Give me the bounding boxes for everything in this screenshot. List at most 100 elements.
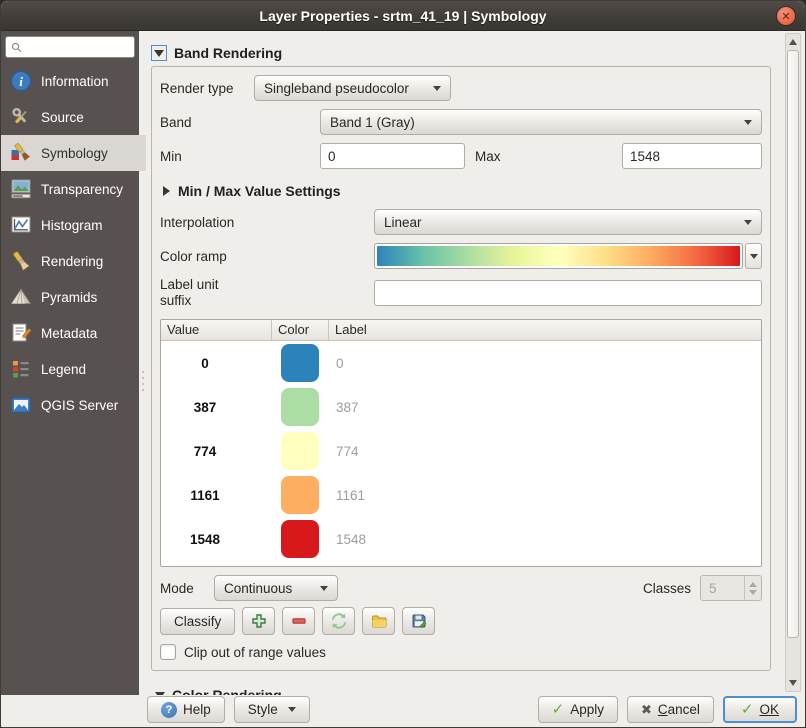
sidebar-item-label: Rendering xyxy=(41,254,103,269)
collapse-arrow-icon[interactable] xyxy=(151,45,167,61)
load-ramp-button[interactable] xyxy=(322,607,355,635)
table-body: 0038738777477411611161 1548 1548 xyxy=(161,341,761,566)
render-type-label: Render type xyxy=(160,81,254,96)
sidebar-item-source[interactable]: Source xyxy=(1,99,139,135)
color-swatch[interactable] xyxy=(281,432,319,470)
value-column-header[interactable]: Value xyxy=(161,320,271,340)
minmax-settings-header[interactable]: Min / Max Value Settings xyxy=(160,181,762,201)
color-swatch[interactable] xyxy=(281,344,319,382)
search-input[interactable] xyxy=(26,40,129,54)
color-ramp-menu-button[interactable] xyxy=(745,243,762,269)
open-file-button[interactable] xyxy=(362,607,395,635)
render-type-select[interactable]: Singleband pseudocolor xyxy=(254,75,451,101)
check-icon: ✓ xyxy=(741,702,754,717)
remove-value-button[interactable] xyxy=(282,607,315,635)
pyramids-icon xyxy=(10,286,32,308)
classify-button[interactable]: Classify xyxy=(160,608,235,635)
color-column-header[interactable]: Color xyxy=(271,320,328,340)
max-input[interactable] xyxy=(622,143,762,169)
max-label: Max xyxy=(475,149,501,164)
value-cell: 1161 xyxy=(161,488,271,503)
refresh-arrows-icon xyxy=(331,613,347,629)
label-unit-suffix-label: Label unit suffix xyxy=(160,277,374,309)
style-button[interactable]: Style xyxy=(234,696,310,723)
x-icon: ✖ xyxy=(641,703,652,716)
save-button[interactable] xyxy=(402,607,435,635)
clip-range-checkbox[interactable] xyxy=(160,644,176,660)
sidebar-item-histogram[interactable]: Histogram xyxy=(1,207,139,243)
scroll-up-icon[interactable] xyxy=(786,35,800,49)
source-icon xyxy=(10,106,32,128)
color-swatch[interactable] xyxy=(281,388,319,426)
spin-down-icon xyxy=(749,590,757,595)
table-row[interactable]: 1548 1548 xyxy=(161,517,761,561)
band-label: Band xyxy=(160,115,320,130)
sidebar-item-pyramids[interactable]: Pyramids xyxy=(1,279,139,315)
sidebar-search[interactable] xyxy=(5,36,135,58)
classes-spinbox: 5 xyxy=(700,575,762,601)
sidebar-item-label: Legend xyxy=(41,362,86,377)
table-row[interactable]: 774774 xyxy=(161,429,761,473)
vertical-scrollbar[interactable] xyxy=(785,33,801,692)
close-button[interactable]: ✕ xyxy=(776,6,796,26)
sidebar-item-legend[interactable]: Legend xyxy=(1,351,139,387)
color-cell[interactable] xyxy=(271,344,328,382)
sidebar-item-label: Source xyxy=(41,110,84,125)
classes-value: 5 xyxy=(701,581,744,596)
apply-button[interactable]: ✓ Apply xyxy=(538,696,618,723)
table-row[interactable]: 00 xyxy=(161,341,761,385)
color-swatch[interactable] xyxy=(281,476,319,514)
scroll-down-icon[interactable] xyxy=(786,676,800,690)
help-icon: ? xyxy=(161,702,177,718)
folder-icon xyxy=(371,613,387,629)
value-cell: 1548 xyxy=(161,532,271,547)
color-cell[interactable] xyxy=(271,388,328,426)
table-row[interactable]: 387387 xyxy=(161,385,761,429)
ok-button[interactable]: ✓ OK xyxy=(723,696,797,723)
help-button[interactable]: ? Help xyxy=(147,696,225,723)
mode-select[interactable]: Continuous xyxy=(214,575,338,601)
band-rendering-header: Band Rendering xyxy=(151,43,771,63)
sidebar-item-transparency[interactable]: Transparency xyxy=(1,171,139,207)
splitter-handle[interactable] xyxy=(141,371,145,397)
color-swatch[interactable] xyxy=(281,520,319,558)
min-input[interactable] xyxy=(320,143,465,169)
add-value-button[interactable] xyxy=(242,607,275,635)
information-icon: i xyxy=(10,70,32,92)
sidebar-item-information[interactable]: i Information xyxy=(1,63,139,99)
sidebar-item-symbology[interactable]: Symbology xyxy=(1,135,146,171)
label-cell: 1548 xyxy=(328,532,761,547)
sidebar-item-qgis-server[interactable]: QGIS Server xyxy=(1,387,139,423)
label-column-header[interactable]: Label xyxy=(328,320,761,340)
spin-up-icon xyxy=(749,582,757,587)
collapse-arrow-right-icon xyxy=(163,186,170,196)
sidebar-item-label: Transparency xyxy=(41,182,123,197)
value-cell: 774 xyxy=(161,444,271,459)
band-select[interactable]: Band 1 (Gray) xyxy=(320,109,762,135)
sidebar-item-label: Pyramids xyxy=(41,290,97,305)
layer-properties-dialog: Layer Properties - srtm_41_19 | Symbolog… xyxy=(0,0,806,728)
color-ramp-button[interactable] xyxy=(374,243,743,269)
close-icon: ✕ xyxy=(781,10,790,23)
color-cell[interactable] xyxy=(271,432,328,470)
label-unit-suffix-input[interactable] xyxy=(374,280,762,306)
band-rendering-title: Band Rendering xyxy=(174,45,282,61)
chevron-down-icon xyxy=(320,586,328,591)
cancel-button[interactable]: ✖ Cancel xyxy=(627,696,714,723)
qgis-server-icon xyxy=(10,394,32,416)
chevron-down-icon xyxy=(744,120,752,125)
interpolation-select[interactable]: Linear xyxy=(374,209,762,235)
minmax-settings-title: Min / Max Value Settings xyxy=(178,183,341,199)
color-cell[interactable] xyxy=(271,476,328,514)
table-row[interactable]: 11611161 xyxy=(161,473,761,517)
symbology-icon xyxy=(10,142,32,164)
sidebar-item-rendering[interactable]: Rendering xyxy=(1,243,139,279)
sidebar-item-metadata[interactable]: Metadata xyxy=(1,315,139,351)
scrollbar-thumb[interactable] xyxy=(787,50,799,638)
plus-icon xyxy=(251,613,267,629)
color-map-table[interactable]: Value Color Label 0038738777477411611161… xyxy=(160,319,762,567)
sidebar-item-label: Symbology xyxy=(41,146,108,161)
titlebar[interactable]: Layer Properties - srtm_41_19 | Symbolog… xyxy=(1,1,805,31)
color-cell[interactable] xyxy=(271,520,328,558)
sidebar-item-label: Information xyxy=(41,74,109,89)
